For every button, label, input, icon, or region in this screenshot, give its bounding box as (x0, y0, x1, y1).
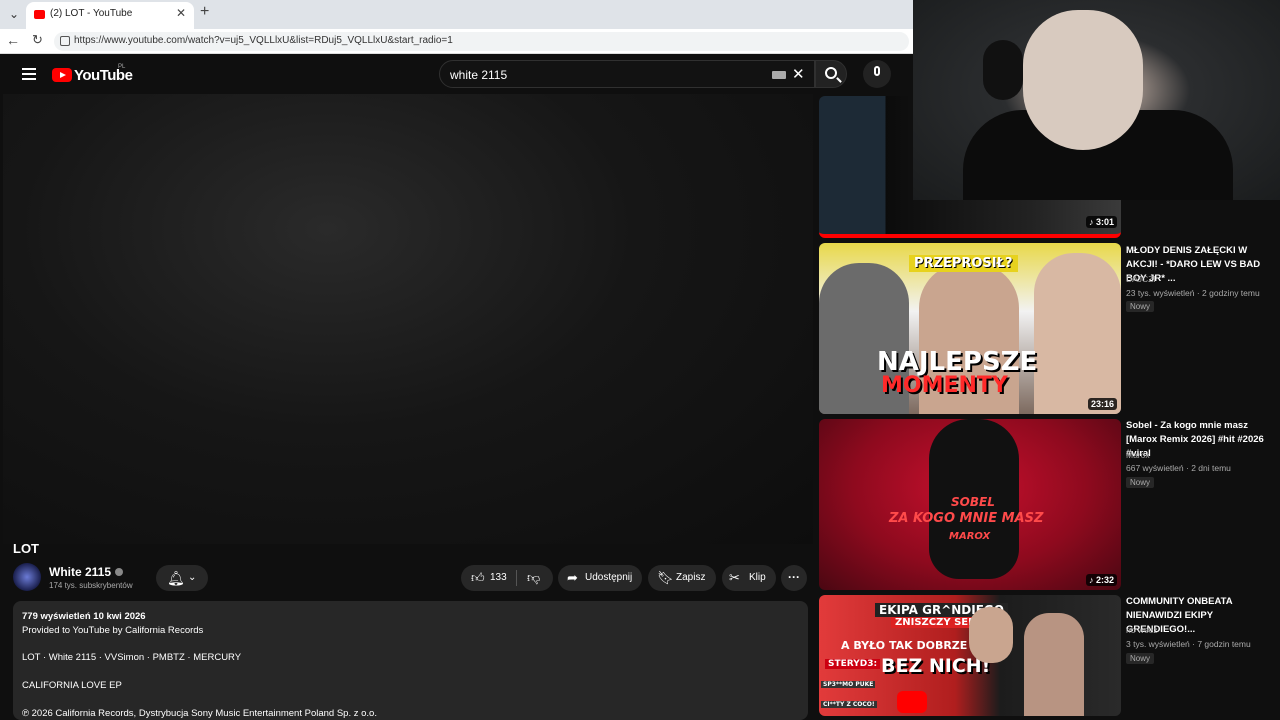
browser-tab[interactable]: (2) LOT - YouTube ✕ (26, 2, 194, 29)
webcam-overlay (913, 0, 1280, 200)
views-date: 779 wyświetleń 10 kwi 2026 (22, 611, 146, 622)
rec-thumbnail-2[interactable]: PRZEPROSIŁ? NAJLEPSZE MOMENTY 23:16 (819, 243, 1121, 414)
credits-line: LOT · White 2115 · VVSimon · PMBTZ · MER… (22, 652, 242, 663)
tab-close-icon[interactable]: ✕ (176, 6, 186, 20)
youtube-favicon-icon (34, 10, 45, 19)
chevron-down-icon: ⌄ (188, 572, 197, 583)
share-button[interactable]: ➦ Udostępnij (558, 565, 642, 591)
thumb-text-line7: CI**TY Z COCO! (821, 701, 877, 708)
rec-badge-4: Nowy (1126, 653, 1155, 664)
thumb-text-line4: BEZ NICH! (881, 655, 991, 677)
youtube-page: YouTube PL white 2115 ✕ LOT White 2115 1… (3, 55, 913, 720)
thumb-text-line2: ZA KOGO MNIE MASZ (889, 511, 1044, 526)
rec-channel-3[interactable]: Marox (1126, 450, 1150, 460)
bell-icon: 🔔︎ (167, 570, 185, 586)
rec-duration-2: 23:16 (1087, 398, 1117, 410)
address-bar[interactable]: https://www.youtube.com/watch?v=uj5_VQLL… (54, 32, 909, 51)
more-actions-button[interactable]: ··· (781, 565, 807, 591)
description-box[interactable]: 779 wyświetleń 10 kwi 2026 Provided to Y… (13, 601, 808, 720)
search-box[interactable]: white 2115 ✕ (439, 60, 815, 88)
webcam-face (1023, 10, 1143, 150)
new-tab-icon[interactable]: + (200, 3, 209, 21)
youtube-play-icon (52, 68, 72, 82)
voice-search-button[interactable] (863, 60, 891, 88)
tab-title: (2) LOT - YouTube (50, 8, 133, 19)
keyboard-icon[interactable] (772, 71, 786, 79)
channel-name-text[interactable]: White 2115 (49, 565, 111, 579)
thumb-text-line3: MAROX (949, 531, 991, 542)
back-arrow-icon[interactable]: ← (6, 32, 20, 48)
share-label: Udostępnij (585, 572, 633, 583)
scissors-icon: ✂ (729, 570, 740, 585)
rec-duration-1-text: 3:01 (1095, 217, 1114, 227)
channel-avatar[interactable] (13, 563, 41, 591)
rec-thumbnail-3[interactable]: SOBEL ZA KOGO MNIE MASZ MAROX ♪ 2:32 (819, 419, 1121, 590)
browser-navbar: ← ↻ https://www.youtube.com/watch?v=uj5_… (0, 29, 913, 54)
thumb-text-line5: STERYD3: (825, 659, 881, 669)
thumb-text-bottom2: MOMENTY (881, 373, 1008, 398)
headphones-icon (983, 40, 1023, 100)
search-input[interactable]: white 2115 (450, 68, 507, 82)
rec-meta-4: 3 tys. wyświetleń · 7 godzin temu (1126, 639, 1251, 649)
share-icon: ➦ (567, 570, 578, 585)
thumbs-down-icon[interactable]: 👎︎ (527, 570, 540, 586)
search-button[interactable] (815, 60, 847, 88)
channel-name[interactable]: White 2115 (49, 565, 124, 579)
verified-icon (115, 568, 124, 576)
hamburger-menu-icon[interactable] (22, 68, 36, 80)
video-title: LOT (13, 541, 39, 556)
save-button[interactable]: 🔖︎ Zapisz (648, 565, 716, 591)
clip-button[interactable]: ✂ Klip (722, 565, 776, 591)
rec-badge-3: Nowy (1126, 477, 1155, 488)
thumb-text-line3: A BYŁO TAK DOBRZE (841, 639, 968, 652)
divider (516, 570, 517, 586)
search-icon (825, 67, 837, 79)
microphone-icon (874, 66, 880, 76)
video-player[interactable] (3, 94, 813, 544)
logo-region: PL (118, 64, 126, 70)
thumb-play-icon (897, 691, 927, 713)
site-info-icon[interactable] (60, 36, 70, 46)
rec-duration-3-text: 2:32 (1095, 575, 1114, 585)
rec-channel-2[interactable]: DAJCZI (1126, 274, 1156, 284)
url-text[interactable]: https://www.youtube.com/watch?v=uj5_VQLL… (74, 35, 453, 46)
clip-label: Klip (749, 572, 766, 583)
save-label: Zapisz (676, 572, 706, 583)
copyright-line: ℗ 2026 California Records, Dystrybucja S… (22, 708, 377, 719)
like-dislike-group: 👍︎ 133 👎︎ (461, 565, 553, 591)
rec-meta-2: 23 tys. wyświetleń · 2 godziny temu (1126, 288, 1260, 298)
bookmark-icon: 🔖︎ (657, 570, 674, 585)
thumb-text-line6: SP3**MO PUKE (821, 681, 876, 688)
rec-duration-1: ♪ 3:01 (1085, 216, 1117, 228)
notification-button[interactable]: 🔔︎ ⌄ (156, 565, 208, 591)
rec-meta-3: 667 wyświetleń · 2 dni temu (1126, 463, 1231, 473)
album-line: CALIFORNIA LOVE EP (22, 680, 122, 691)
tab-list-chevron-icon[interactable]: ⌄ (6, 6, 22, 22)
rec-channel-4[interactable]: no weeż (1126, 625, 1158, 635)
thumb-text-top: PRZEPROSIŁ? (909, 255, 1018, 272)
subscriber-count: 174 tys. subskrybentów (49, 581, 133, 590)
thumb-text-line1: SOBEL (951, 495, 995, 509)
clear-search-icon[interactable]: ✕ (792, 65, 805, 83)
rec-duration-3: ♪ 2:32 (1085, 574, 1117, 586)
reload-icon[interactable]: ↻ (32, 32, 43, 48)
thumb-face-2 (1024, 613, 1084, 716)
browser-tabbar: ⌄ (2) LOT - YouTube ✕ + (0, 0, 913, 29)
thumbs-up-icon[interactable]: 👍︎ (471, 570, 485, 586)
provided-line: Provided to YouTube by California Record… (22, 625, 204, 636)
rec-badge-2: Nowy (1126, 301, 1155, 312)
thumb-face-1 (969, 607, 1013, 663)
more-icon: ··· (788, 570, 800, 584)
like-count[interactable]: 133 (490, 572, 507, 583)
rec-thumbnail-4[interactable]: EKIPA GR^NDIEGO ZNISZCZY SERWER! A BYŁO … (819, 595, 1121, 716)
thumb-person-right (1034, 253, 1121, 414)
